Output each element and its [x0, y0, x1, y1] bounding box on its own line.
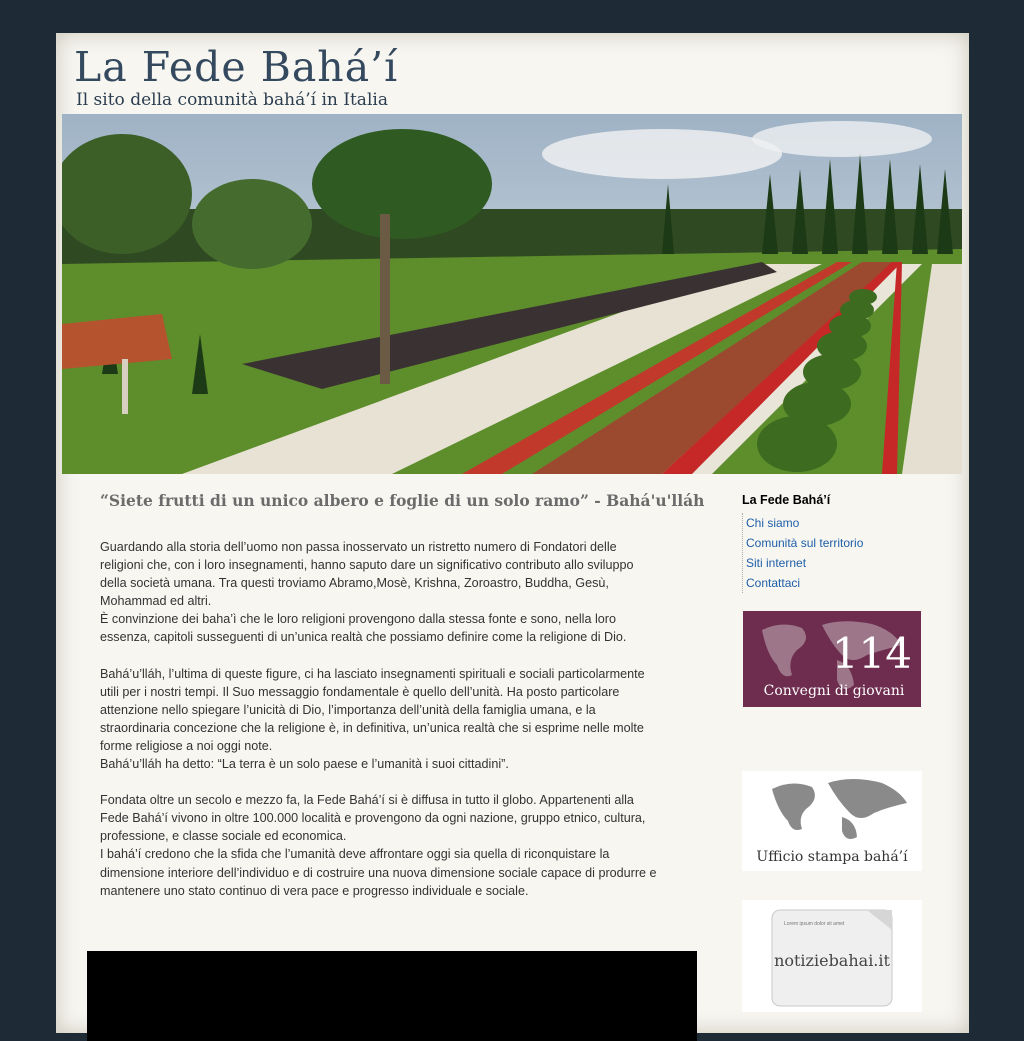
badge-small-text: Lorem ipsum dolor sit amet: [784, 921, 845, 927]
sidebar-link-comunita[interactable]: Comunità sul territorio: [746, 533, 932, 553]
badge-caption: notiziebahai.it: [774, 951, 890, 970]
text-line: religioni che, con i loro insegnamenti, …: [100, 558, 634, 573]
text-line: È convinzione dei baha’ì che le loro rel…: [100, 612, 616, 627]
article-body: Guardando alla storia dell’uomo non pass…: [100, 538, 690, 900]
text-line: utili per i nostri tempi. Il Suo messagg…: [100, 684, 620, 699]
press-office-badge[interactable]: Ufficio stampa bahá’í: [742, 771, 922, 871]
text-line: Bahá’u’lláh ha detto: “La terra è un sol…: [100, 757, 509, 772]
text-line: forme religiose a noi oggi note.: [100, 738, 273, 753]
text-line: straordinaria concezione che la religion…: [100, 720, 644, 735]
text-line: attenzione nello spiegare l’unicità di D…: [100, 702, 596, 717]
sidebar-link-siti-internet[interactable]: Siti internet: [746, 553, 932, 573]
paragraph: Guardando alla storia dell’uomo non pass…: [100, 538, 690, 647]
text-line: professione, e classe sociale ed economi…: [100, 829, 347, 844]
text-line: Guardando alla storia dell’uomo non pass…: [100, 540, 617, 554]
text-line: Fondata oltre un secolo e mezzo fa, la F…: [100, 793, 634, 808]
text-line: Fede Bahá’í vivono in oltre 100.000 loca…: [100, 811, 646, 826]
site-subtitle: Il sito della comunità bahá’í in Italia: [76, 90, 388, 110]
main-content: “Siete frutti di un unico albero e fogli…: [100, 491, 705, 918]
news-site-badge[interactable]: Lorem ipsum dolor sit amet notiziebahai.…: [742, 900, 922, 1012]
text-line: mantenere uno stato continuo di vera pac…: [100, 883, 529, 898]
badge-caption: Ufficio stampa bahá’í: [756, 849, 908, 865]
sidebar-link-chi-siamo[interactable]: Chi siamo: [746, 513, 932, 533]
sidebar-link-contattaci[interactable]: Contattaci: [746, 573, 932, 593]
youth-conventions-badge[interactable]: 114 Convegni di giovani: [742, 610, 922, 710]
text-line: I bahá’í credono che la sfida che l’uman…: [100, 847, 610, 862]
sidebar: La Fede Bahá’í Chi siamo Comunità sul te…: [742, 493, 932, 1012]
paragraph: Fondata oltre un secolo e mezzo fa, la F…: [100, 791, 690, 900]
text-line: dimensione interiore dell’individuo e di…: [100, 865, 657, 880]
page-heading-quote: “Siete frutti di un unico albero e fogli…: [100, 491, 705, 510]
text-line: Bahá’u’lláh, l’ultima di queste figure, …: [100, 666, 645, 681]
hero-garden-photo: [62, 114, 962, 474]
video-player[interactable]: [87, 951, 697, 1041]
sidebar-nav: Chi siamo Comunità sul territorio Siti i…: [742, 513, 932, 593]
badge-caption: Convegni di giovani: [764, 683, 905, 699]
text-line: essenza, capitoli susseguenti di un’unic…: [100, 630, 627, 645]
site-title[interactable]: La Fede Bahá’í: [74, 43, 398, 91]
badge-number: 114: [832, 629, 912, 678]
sidebar-title: La Fede Bahá’í: [742, 493, 831, 507]
page-container: La Fede Bahá’í Il sito della comunità ba…: [56, 33, 969, 1041]
paragraph: Bahá’u’lláh, l’ultima di queste figure, …: [100, 665, 690, 774]
text-line: Mohammad ed altri.: [100, 594, 212, 609]
text-line: della società umana. Tra questi troviamo…: [100, 576, 609, 591]
